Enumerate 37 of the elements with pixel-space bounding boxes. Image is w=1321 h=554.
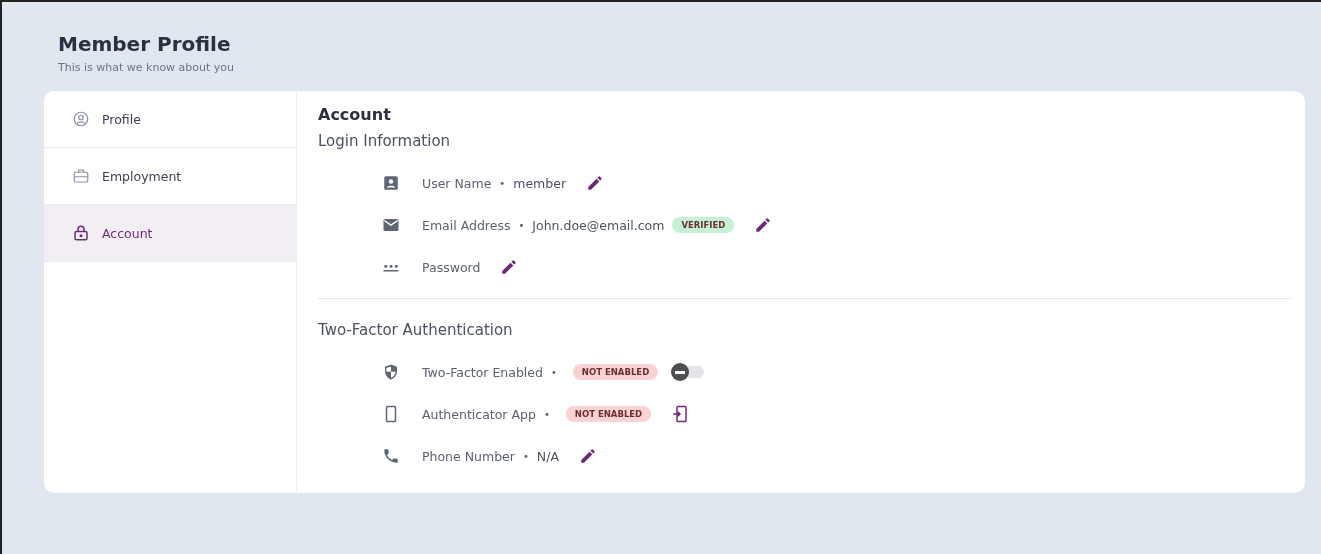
field-label: User Name bbox=[422, 175, 492, 191]
status-badge: NOT ENABLED bbox=[572, 364, 659, 380]
field-label: Email Address bbox=[422, 217, 511, 233]
page-title: Member Profile bbox=[58, 32, 231, 56]
field-label: Authenticator App bbox=[422, 406, 536, 422]
pencil-icon bbox=[586, 174, 605, 192]
minus-icon bbox=[675, 370, 686, 374]
subsection-title: Two-Factor Authentication bbox=[318, 321, 513, 339]
field-label: Phone Number bbox=[422, 448, 515, 464]
pencil-icon bbox=[578, 447, 597, 465]
lock-icon bbox=[72, 224, 90, 242]
separator-dot: • bbox=[550, 366, 557, 378]
pencil-icon bbox=[500, 258, 519, 276]
person-icon bbox=[72, 110, 90, 128]
phone-icon bbox=[382, 447, 400, 465]
status-badge: NOT ENABLED bbox=[565, 406, 652, 422]
separator-dot: • bbox=[522, 450, 529, 462]
mail-icon bbox=[382, 216, 400, 234]
briefcase-icon bbox=[72, 167, 90, 185]
separator-dot: • bbox=[518, 219, 525, 231]
separator-dot: • bbox=[543, 408, 550, 420]
user-card-icon bbox=[382, 174, 400, 192]
separator-dot: • bbox=[499, 177, 506, 189]
shield-icon bbox=[382, 363, 400, 381]
sidebar-item[interactable]: Account bbox=[44, 205, 296, 262]
pencil-icon bbox=[754, 216, 773, 234]
section-title: Account bbox=[318, 105, 391, 124]
field-value: member bbox=[513, 175, 567, 191]
page-subtitle: This is what we know about you bbox=[58, 61, 235, 74]
field-value: N/A bbox=[536, 448, 559, 464]
subsection-title: Login Information bbox=[318, 132, 451, 150]
field-value: John.doe@email.com bbox=[532, 217, 665, 233]
field-label: Two-Factor Enabled bbox=[422, 364, 543, 380]
field-label: Password bbox=[422, 259, 481, 275]
sidebar-item[interactable]: Profile bbox=[44, 91, 296, 148]
status-badge: VERIFIED bbox=[672, 217, 735, 233]
toggle-switch[interactable] bbox=[672, 366, 705, 378]
